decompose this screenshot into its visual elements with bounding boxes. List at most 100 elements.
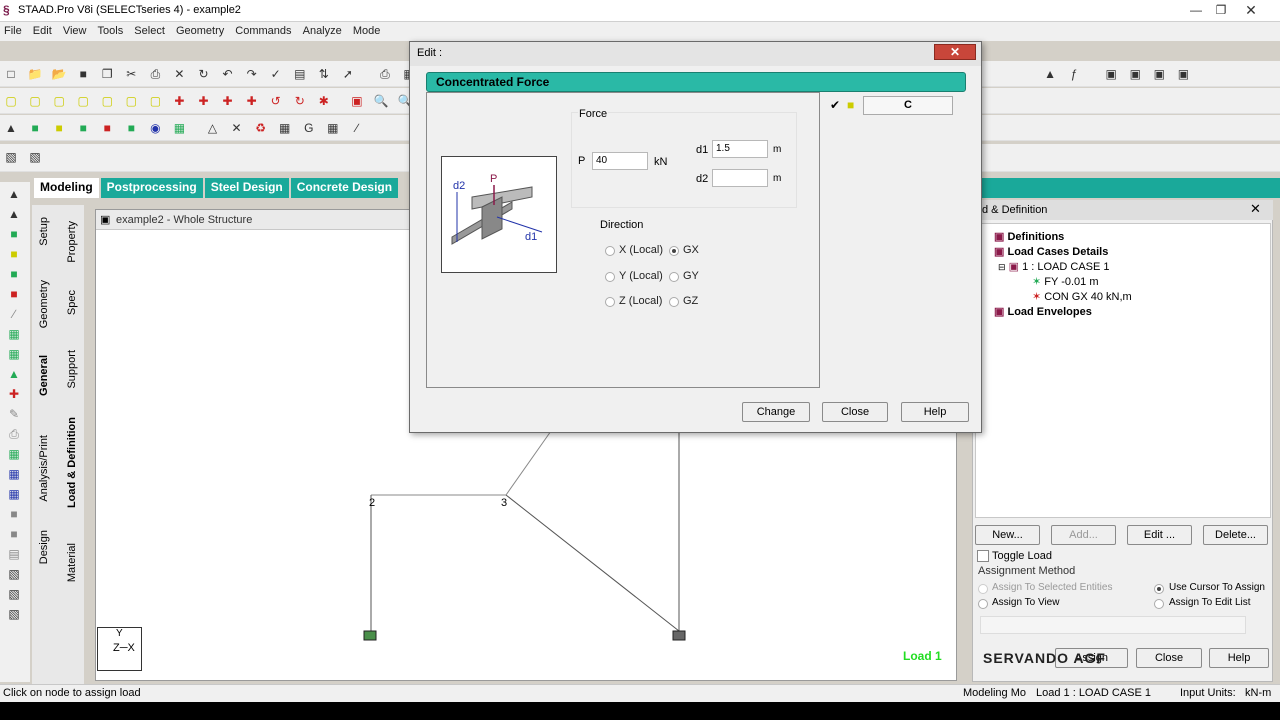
menu-analyze[interactable]: Analyze [299,22,346,37]
redo-icon[interactable]: ↷ [244,66,260,82]
dimension-icon[interactable]: ▦ [6,466,22,482]
line-tool-icon[interactable]: ∕ [6,306,22,322]
radio-gx[interactable] [669,246,679,256]
select-all-icon[interactable]: ■ [123,120,139,136]
tab-concrete-design[interactable]: Concrete Design [290,178,399,198]
print-icon[interactable]: ⎙ [377,66,393,82]
snap-beam-icon[interactable]: ✕ [229,120,245,136]
surface-tool-icon[interactable]: ■ [6,286,22,302]
close-load-button[interactable]: Close [1136,648,1202,668]
support-left[interactable] [363,630,377,641]
select-grid-icon[interactable]: ▦ [171,120,187,136]
toggle-load-checkbox[interactable] [977,550,989,562]
tool-a-icon[interactable]: ▧ [3,149,19,165]
wand-icon[interactable]: ➚ [340,66,356,82]
vtab-material[interactable]: Material [66,543,78,582]
open-icon[interactable]: 📂 [51,66,67,82]
tab-steel-design[interactable]: Steel Design [204,178,289,198]
save-icon[interactable]: ■ [75,66,91,82]
clipboard-icon[interactable]: ▤ [292,66,308,82]
view-bottom-icon[interactable]: ▢ [123,93,139,109]
p-value-input[interactable]: 40 [592,152,648,170]
tree-definitions[interactable]: ▣ Definitions [994,230,1064,243]
menu-file[interactable]: File [0,22,26,37]
undo-icon[interactable]: ↶ [220,66,236,82]
assign-edit-list-radio[interactable] [1154,599,1164,609]
vtab-analysis-print[interactable]: Analysis/Print [38,435,50,502]
radio-y-local[interactable] [605,272,615,282]
menu-edit[interactable]: Edit [29,22,56,37]
vtab-support[interactable]: Support [66,350,78,389]
print-tool-icon[interactable]: ⎙ [6,426,22,442]
zoom-in-icon[interactable]: 🔍 [373,93,389,109]
view-left-icon[interactable]: ▢ [51,93,67,109]
table-icon[interactable]: ▦ [325,120,341,136]
new-file-icon[interactable]: □ [3,66,19,82]
pointer-beam-icon[interactable]: ▲ [6,206,22,222]
edit-load-button[interactable]: Edit ... [1127,525,1192,545]
view-front-icon[interactable]: ▢ [3,93,19,109]
load-tree[interactable]: ▣ Definitions ▣ Load Cases Details ⊟ ▣ 1… [975,223,1271,518]
tree-load-envelopes[interactable]: ▣ Load Envelopes [994,305,1092,318]
rotate-y-icon[interactable]: ✚ [196,93,212,109]
select-solid-icon[interactable]: ■ [75,120,91,136]
beam-diagonal[interactable] [505,494,680,632]
close-icon[interactable]: ✕ [1240,2,1262,18]
report-icon[interactable]: ▤ [6,546,22,562]
dynamic-icon[interactable]: ✱ [316,93,332,109]
load-type-list[interactable]: ✔ ■ C [826,92,976,374]
tree-load-cases[interactable]: ▣ Load Cases Details [994,245,1108,258]
select-surface-icon[interactable]: ■ [99,120,115,136]
paste-icon[interactable]: ⎙ [147,66,163,82]
edit-list-field[interactable] [980,616,1246,634]
vtab-design[interactable]: Design [38,530,50,564]
window-icon-4[interactable]: ▣ [1175,66,1191,82]
frame-tool-icon[interactable]: ▦ [6,326,22,342]
cut-icon[interactable]: ✂ [123,66,139,82]
window-tile-icon[interactable]: ▣ [1103,66,1119,82]
zoom-window-icon[interactable]: ▣ [349,93,365,109]
function-icon[interactable]: ƒ [1066,66,1082,82]
assign-view-radio[interactable] [978,599,988,609]
radio-x-local[interactable] [605,246,615,256]
radio-gz[interactable] [669,297,679,307]
menu-select[interactable]: Select [130,22,169,37]
node-tool-icon[interactable]: ■ [6,226,22,242]
delete-icon[interactable]: ✕ [171,66,187,82]
measure-icon[interactable]: ▦ [6,446,22,462]
line-icon[interactable]: ∕ [349,120,365,136]
copy-icon[interactable]: ❐ [99,66,115,82]
view-back-icon[interactable]: ▢ [27,93,43,109]
help-load-button[interactable]: Help [1209,648,1269,668]
tree-item-con[interactable]: ✶ CON GX 40 kN,m [1032,290,1132,303]
vtab-setup[interactable]: Setup [38,217,50,246]
member-tool-icon[interactable]: ▦ [6,346,22,362]
cursor-icon[interactable]: ▲ [1042,66,1058,82]
tool-extra-2-icon[interactable]: ▧ [6,586,22,602]
tool-extra-1-icon[interactable]: ▧ [6,566,22,582]
view-top-icon[interactable]: ▢ [99,93,115,109]
add-beam-icon[interactable]: ▲ [6,366,22,382]
tree-item-fy[interactable]: ✶ FY -0.01 m [1032,275,1099,288]
add-node-icon[interactable]: ✚ [6,386,22,402]
dialog-close-button[interactable]: Close [822,402,888,422]
tab-modeling[interactable]: Modeling [34,178,99,198]
menu-geometry[interactable]: Geometry [172,22,228,37]
menu-commands[interactable]: Commands [231,22,295,37]
d1-value-input[interactable]: 1.5 [712,140,768,158]
radio-gy[interactable] [669,272,679,282]
minimize-icon[interactable]: — [1185,2,1207,18]
rotate-icon[interactable]: ↻ [196,66,212,82]
rotate-z-icon[interactable]: ✚ [220,93,236,109]
open-folder-icon[interactable]: 📁 [27,66,43,82]
menu-tools[interactable]: Tools [94,22,128,37]
brush-icon[interactable]: ✎ [6,406,22,422]
solid-tool-icon[interactable]: ■ [6,266,22,282]
spin-left-icon[interactable]: ↺ [268,93,284,109]
vtab-spec[interactable]: Spec [66,290,78,315]
add-load-button[interactable]: Add... [1051,525,1116,545]
menu-mode[interactable]: Mode [349,22,385,37]
pan-icon[interactable]: ✚ [244,93,260,109]
use-cursor-radio[interactable] [1154,584,1164,594]
select-plate-icon[interactable]: ■ [51,120,67,136]
